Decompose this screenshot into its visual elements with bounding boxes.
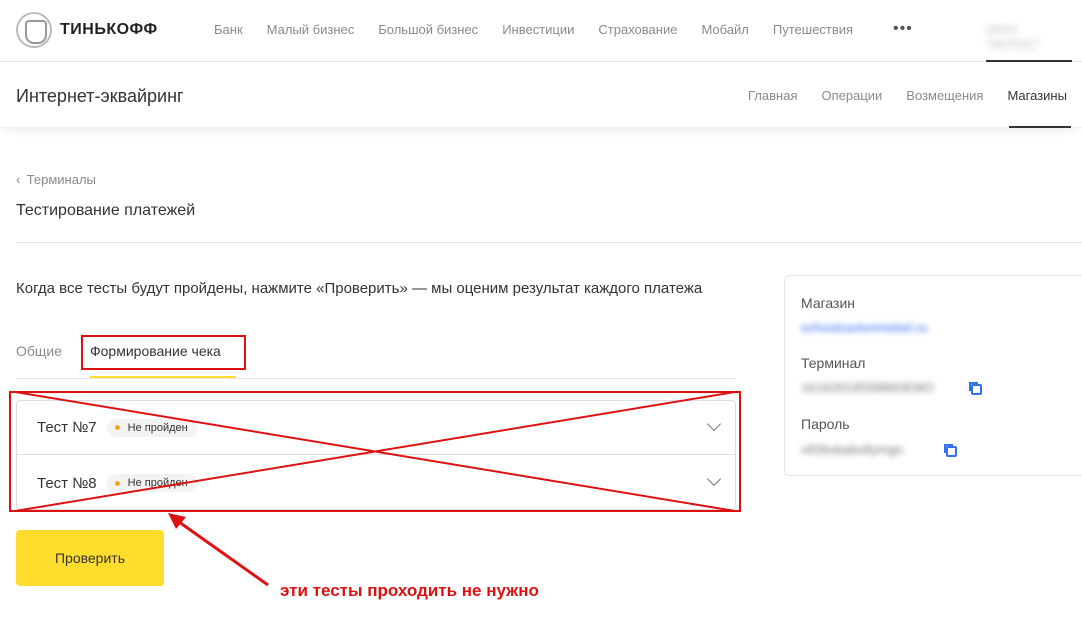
section-header: Интернет-эквайринг Главная Операции Возм… <box>0 62 1082 128</box>
instructions-text: Когда все тесты будут пройдены, нажмите … <box>16 280 703 297</box>
store-link[interactable]: schoolzavtonmebel.ru <box>801 320 927 335</box>
annotation-cross <box>9 391 741 512</box>
brand-name: ТИНЬКОФФ <box>60 21 158 38</box>
main-nav: Банк Малый бизнес Большой бизнес Инвести… <box>214 22 877 37</box>
section-tab-refunds[interactable]: Возмещения <box>906 88 983 103</box>
terminal-label: Терминал <box>801 355 866 371</box>
section-nav: Главная Операции Возмещения Магазины <box>748 88 1082 103</box>
top-navigation: ТИНЬКОФФ Банк Малый бизнес Большой бизне… <box>0 0 1082 62</box>
user-company-name[interactable]: ООО "ЛОТОС" <box>986 22 1072 52</box>
tab-active-indicator <box>90 376 236 378</box>
breadcrumb-terminals[interactable]: Терминалы <box>27 172 96 187</box>
nav-item-big-business[interactable]: Большой бизнес <box>378 22 478 37</box>
check-button[interactable]: Проверить <box>16 530 164 586</box>
store-label: Магазин <box>801 295 856 311</box>
annotation-highlight-tab <box>81 335 246 370</box>
section-tab-active-indicator <box>1009 126 1071 128</box>
page-title: Тестирование платежей <box>16 202 196 219</box>
annotation-text: эти тесты проходить не нужно <box>280 581 539 600</box>
section-title[interactable]: Интернет-эквайринг <box>16 86 184 107</box>
copy-icon[interactable] <box>968 381 982 395</box>
brand-logo[interactable]: ТИНЬКОФФ <box>16 12 158 48</box>
coat-of-arms-icon <box>16 12 52 48</box>
breadcrumb[interactable]: ‹ Терминалы <box>16 171 96 187</box>
section-tab-operations[interactable]: Операции <box>821 88 882 103</box>
nav-item-mobile[interactable]: Мобайл <box>701 22 748 37</box>
password-value: v836xbabx8ymgn <box>801 442 903 457</box>
copy-icon[interactable] <box>943 443 957 457</box>
chevron-left-icon: ‹ <box>16 171 21 187</box>
more-menu-icon[interactable]: ••• <box>893 20 913 38</box>
nav-item-bank[interactable]: Банк <box>214 22 243 37</box>
store-info-card: Магазин schoolzavtonmebel.ru Терминал 16… <box>784 275 1082 476</box>
divider <box>16 242 1082 243</box>
nav-item-investments[interactable]: Инвестиции <box>502 22 574 37</box>
terminal-value: 1616291955886DEMO <box>801 380 934 395</box>
password-label: Пароль <box>801 416 850 432</box>
nav-item-small-business[interactable]: Малый бизнес <box>267 22 355 37</box>
annotation-arrow <box>168 513 269 587</box>
tab-general[interactable]: Общие <box>16 343 62 359</box>
section-tab-stores[interactable]: Магазины <box>1007 88 1067 103</box>
tabs-divider <box>16 378 736 379</box>
section-tab-main[interactable]: Главная <box>748 88 797 103</box>
nav-item-insurance[interactable]: Страхование <box>598 22 677 37</box>
nav-item-travel[interactable]: Путешествия <box>773 22 853 37</box>
